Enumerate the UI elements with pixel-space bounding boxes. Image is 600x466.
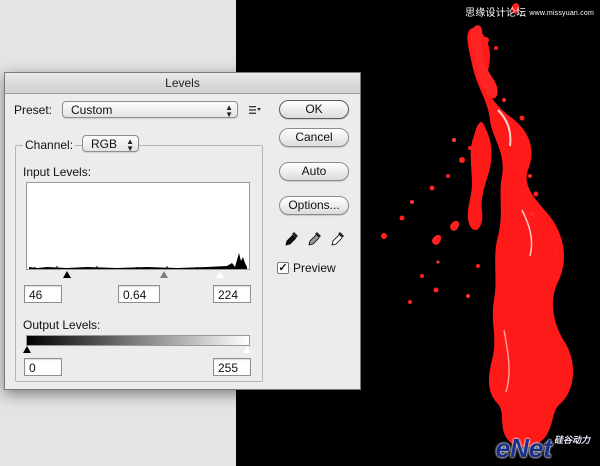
output-white-field[interactable]: 255 bbox=[213, 358, 251, 376]
cancel-button[interactable]: Cancel bbox=[279, 128, 349, 147]
input-black-field[interactable]: 46 bbox=[24, 285, 62, 303]
preset-value: Custom bbox=[71, 103, 113, 117]
input-white-field[interactable]: 224 bbox=[213, 285, 251, 303]
options-button[interactable]: Options... bbox=[279, 196, 349, 215]
input-gamma-slider[interactable] bbox=[160, 271, 168, 278]
output-black-field[interactable]: 0 bbox=[24, 358, 62, 376]
watermark-text: 思缘设计论坛 bbox=[465, 8, 527, 19]
preview-label: Preview bbox=[293, 261, 336, 275]
input-white-slider[interactable] bbox=[215, 270, 225, 279]
input-levels-label: Input Levels: bbox=[23, 165, 92, 179]
brand-main: eNet bbox=[495, 433, 552, 463]
channel-select[interactable]: RGB ▲ ▼ bbox=[82, 135, 139, 153]
watermark: 思缘设计论坛 www.missyuan.com bbox=[465, 4, 594, 19]
channel-label: Channel: bbox=[23, 138, 76, 152]
output-gradient-bar bbox=[26, 335, 250, 346]
watermark-url: www.missyuan.com bbox=[529, 9, 594, 17]
chevron-updown-icon: ▲ ▼ bbox=[126, 137, 134, 153]
channel-value: RGB bbox=[91, 137, 118, 151]
ok-button[interactable]: OK bbox=[279, 100, 349, 119]
histogram bbox=[26, 182, 250, 270]
histogram-graph bbox=[29, 253, 247, 269]
white-eyedropper-icon[interactable] bbox=[331, 231, 345, 247]
gray-eyedropper-icon[interactable] bbox=[308, 231, 322, 247]
dialog-title[interactable]: Levels bbox=[5, 73, 360, 94]
chevron-updown-icon: ▲ ▼ bbox=[225, 103, 233, 119]
input-black-slider[interactable] bbox=[63, 271, 71, 278]
output-black-slider[interactable] bbox=[23, 346, 31, 353]
output-levels-label: Output Levels: bbox=[23, 318, 101, 332]
black-eyedropper-icon[interactable] bbox=[285, 231, 299, 247]
brand-sub: 硅谷动力 bbox=[553, 435, 590, 445]
input-gamma-field[interactable]: 0.64 bbox=[118, 285, 160, 303]
output-white-slider[interactable] bbox=[242, 345, 252, 354]
preset-options-menu-icon[interactable] bbox=[249, 105, 261, 118]
levels-dialog: Levels Preset: Custom ▲ ▼ OK Cancel Auto … bbox=[4, 72, 361, 390]
preset-label: Preset: bbox=[14, 103, 53, 117]
auto-button[interactable]: Auto bbox=[279, 162, 349, 181]
brand-logo: eNet 硅谷动力 bbox=[496, 433, 590, 464]
preview-checkbox[interactable]: ✓ bbox=[277, 262, 289, 274]
checkmark-icon: ✓ bbox=[278, 262, 288, 274]
preset-select[interactable]: Custom ▲ ▼ bbox=[62, 101, 238, 119]
